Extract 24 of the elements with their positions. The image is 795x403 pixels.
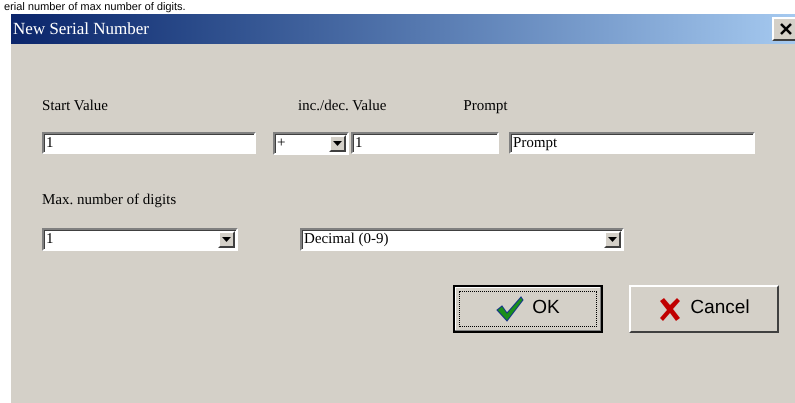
dropdown-arrow-icon	[222, 236, 231, 242]
cancel-button[interactable]: Cancel	[629, 284, 779, 332]
field-label: Prompt	[463, 97, 508, 116]
number-format-dropdown[interactable]: Decimal (0-9)	[300, 228, 624, 250]
field-label: inc./dec. Value	[298, 97, 386, 116]
close-button[interactable]	[772, 17, 795, 41]
dropdown-button[interactable]	[604, 230, 621, 248]
window-title: New Serial Number	[13, 18, 149, 40]
close-icon	[780, 23, 792, 35]
start-value-input[interactable]: 1	[42, 132, 256, 154]
ok-button[interactable]: OK	[453, 284, 603, 332]
increment-input[interactable]: 1	[351, 132, 499, 154]
max-digits-dropdown[interactable]: 1	[42, 228, 238, 250]
caption-text: erial number of max number of digits.	[3, 0, 187, 14]
prompt-input[interactable]: Prompt	[509, 132, 755, 154]
field-label: Max. number of digits	[42, 192, 176, 208]
cross-icon	[658, 296, 682, 320]
checkmark-icon	[496, 296, 524, 322]
dropdown-arrow-icon	[333, 140, 342, 146]
dropdown-arrow-icon	[608, 236, 617, 242]
dropdown-button[interactable]	[218, 230, 235, 248]
dropdown-button[interactable]	[329, 134, 346, 152]
field-label: Start Value	[42, 97, 108, 116]
operator-dropdown[interactable]: +	[273, 132, 349, 154]
